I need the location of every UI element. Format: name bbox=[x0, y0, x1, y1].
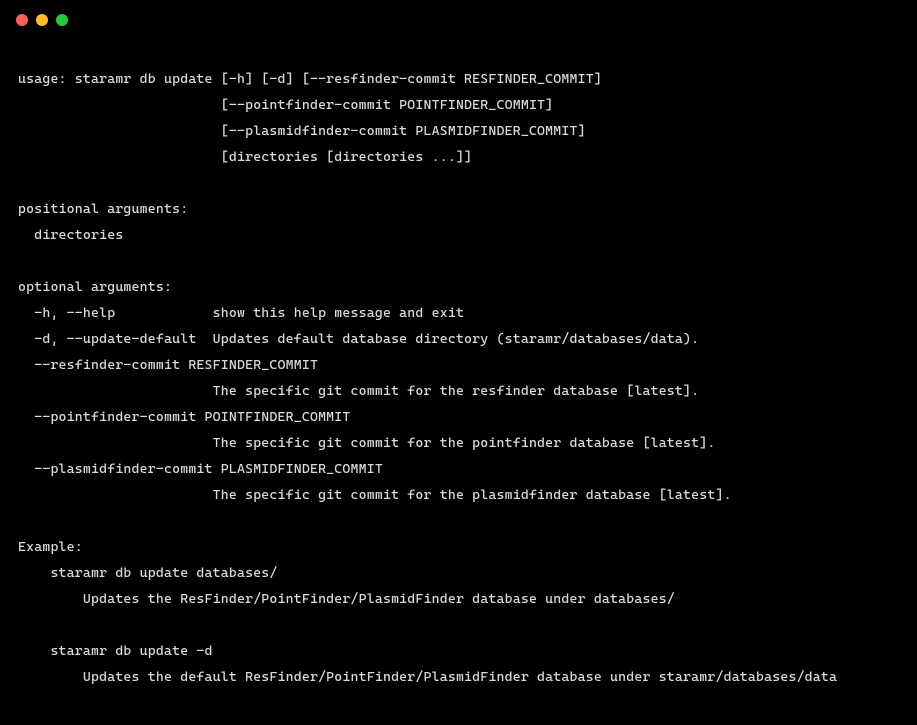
section-header: optional arguments: bbox=[18, 279, 172, 295]
optional-arg: -h, --help show this help message and ex… bbox=[18, 305, 464, 321]
optional-arg: --resfinder-commit RESFINDER_COMMIT bbox=[18, 357, 318, 373]
example-line: Updates the default ResFinder/PointFinde… bbox=[18, 669, 837, 685]
section-header: positional arguments: bbox=[18, 201, 188, 217]
optional-arg: -d, --update-default Updates default dat… bbox=[18, 331, 699, 347]
example-line: staramr db update databases/ bbox=[18, 565, 278, 581]
titlebar bbox=[0, 0, 917, 40]
terminal-window: usage: staramr db update [-h] [-d] [--re… bbox=[0, 0, 917, 725]
optional-arg: --pointfinder-commit POINTFINDER_COMMIT bbox=[18, 409, 351, 425]
optional-arg: The specific git commit for the resfinde… bbox=[18, 383, 699, 399]
close-icon[interactable] bbox=[16, 14, 28, 26]
optional-arg: --plasmidfinder-commit PLASMIDFINDER_COM… bbox=[18, 461, 383, 477]
usage-line: [--plasmidfinder-commit PLASMIDFINDER_CO… bbox=[18, 123, 586, 139]
section-header: Example: bbox=[18, 539, 83, 555]
positional-arg: directories bbox=[18, 227, 123, 243]
maximize-icon[interactable] bbox=[56, 14, 68, 26]
traffic-lights bbox=[16, 14, 68, 26]
usage-line: [--pointfinder-commit POINTFINDER_COMMIT… bbox=[18, 97, 553, 113]
optional-arg: The specific git commit for the plasmidf… bbox=[18, 487, 732, 503]
usage-line: usage: staramr db update [-h] [-d] [--re… bbox=[18, 71, 602, 87]
terminal-output: usage: staramr db update [-h] [-d] [--re… bbox=[0, 40, 917, 708]
minimize-icon[interactable] bbox=[36, 14, 48, 26]
example-line: staramr db update -d bbox=[18, 643, 213, 659]
example-line: Updates the ResFinder/PointFinder/Plasmi… bbox=[18, 591, 675, 607]
usage-line: [directories [directories ...]] bbox=[18, 149, 472, 165]
optional-arg: The specific git commit for the pointfin… bbox=[18, 435, 715, 451]
